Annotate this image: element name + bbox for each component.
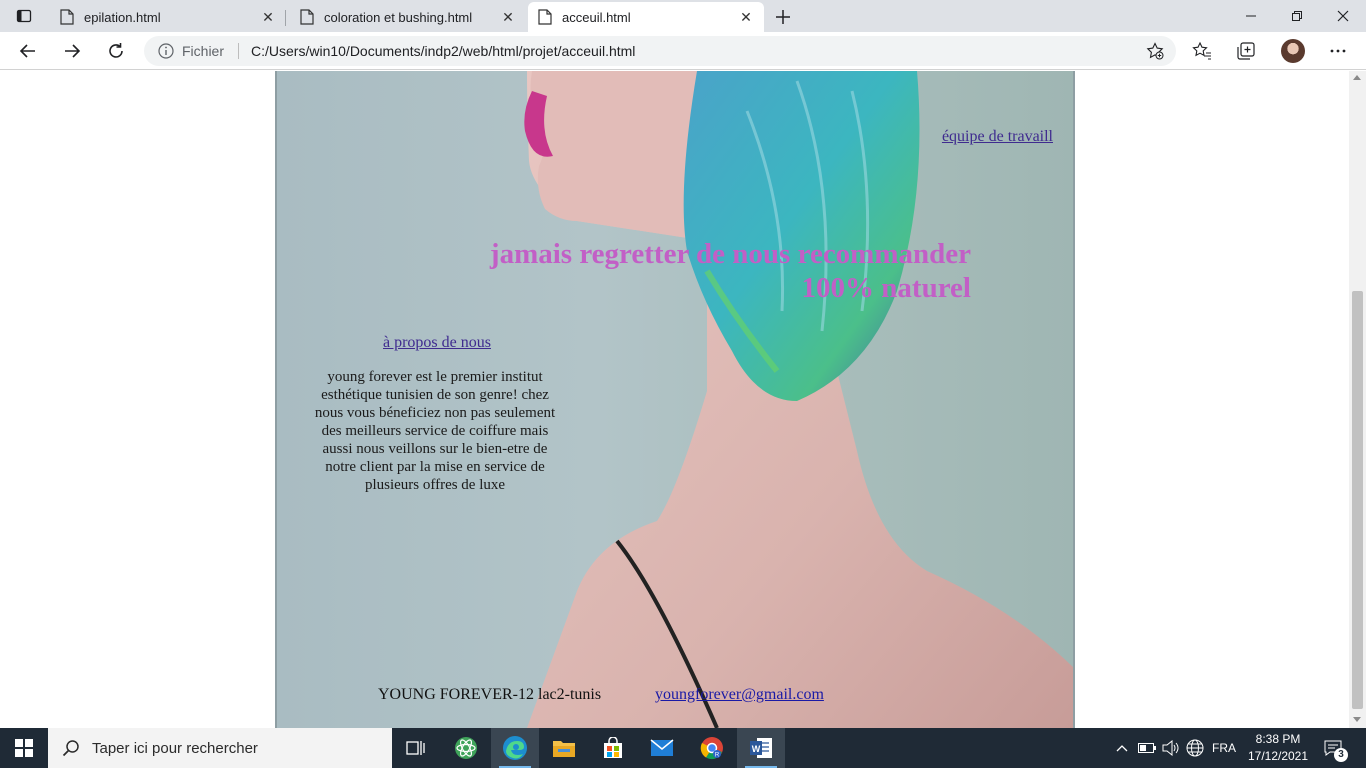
battery-icon bbox=[1138, 743, 1156, 753]
about-paragraph: young forever est le premier institut es… bbox=[314, 369, 556, 493]
arrow-right-icon bbox=[65, 44, 81, 58]
close-icon[interactable]: ✕ bbox=[500, 9, 516, 25]
globe-icon bbox=[1186, 739, 1204, 757]
taskbar-app-atom[interactable] bbox=[442, 728, 490, 768]
page-viewport: équipe de travaill jamais regretter de n… bbox=[0, 71, 1349, 728]
mail-icon bbox=[650, 739, 674, 756]
collections-button[interactable] bbox=[1235, 40, 1257, 62]
profile-avatar[interactable] bbox=[1281, 39, 1305, 63]
tab-acceuil[interactable]: acceuil.html ✕ bbox=[528, 2, 764, 32]
slogan-line-2: 100% naturel bbox=[801, 272, 971, 304]
tab-epilation[interactable]: epilation.html ✕ bbox=[50, 2, 286, 32]
battery-tray[interactable] bbox=[1136, 728, 1158, 768]
volume-icon bbox=[1162, 740, 1179, 756]
taskbar-app-store[interactable] bbox=[589, 728, 637, 768]
edge-icon bbox=[503, 736, 527, 760]
minimize-icon bbox=[1246, 15, 1256, 17]
new-tab-button[interactable] bbox=[770, 4, 796, 30]
document-icon bbox=[300, 9, 314, 25]
taskbar-app-word[interactable]: W bbox=[737, 728, 785, 768]
settings-more-button[interactable] bbox=[1327, 40, 1349, 62]
refresh-button[interactable] bbox=[101, 36, 131, 66]
scheme-label: Fichier bbox=[182, 43, 225, 59]
notification-count-badge: 3 bbox=[1334, 748, 1348, 762]
favorites-icon bbox=[1192, 41, 1211, 60]
taskbar-app-chrome[interactable]: R bbox=[688, 728, 736, 768]
svg-text:W: W bbox=[752, 744, 761, 754]
chrome-icon: R bbox=[700, 737, 723, 760]
task-view-button[interactable] bbox=[392, 728, 440, 768]
slogan: jamais regretter de nous recommander 100… bbox=[490, 237, 971, 305]
add-favorite-icon[interactable] bbox=[1146, 42, 1164, 60]
back-button[interactable] bbox=[13, 36, 43, 66]
tab-coloration[interactable]: coloration et bushing.html ✕ bbox=[290, 2, 526, 32]
slogan-line-1: jamais regretter de nous recommander bbox=[489, 238, 971, 270]
footer-address: YOUNG FOREVER-12 lac2-tunis bbox=[378, 686, 602, 703]
team-link[interactable]: équipe de travaill bbox=[942, 128, 1053, 146]
close-icon[interactable]: ✕ bbox=[260, 9, 276, 25]
taskbar-app-edge[interactable] bbox=[491, 728, 539, 768]
clock-date: 17/12/2021 bbox=[1247, 749, 1309, 763]
taskbar-search[interactable]: Taper ici pour rechercher bbox=[48, 728, 392, 768]
url-text[interactable]: C:/Users/win10/Documents/indp2/web/html/… bbox=[251, 43, 635, 59]
close-icon[interactable]: ✕ bbox=[738, 9, 754, 25]
atom-app-icon bbox=[455, 737, 477, 759]
start-button[interactable] bbox=[0, 728, 48, 768]
forward-button[interactable] bbox=[57, 36, 87, 66]
tab-actions-icon[interactable] bbox=[0, 0, 48, 32]
network-tray[interactable] bbox=[1184, 728, 1206, 768]
taskbar-app-explorer[interactable] bbox=[540, 728, 588, 768]
collections-icon bbox=[1237, 42, 1255, 60]
chevron-up-icon bbox=[1116, 745, 1128, 752]
clock-time: 8:38 PM bbox=[1255, 732, 1301, 746]
system-clock[interactable]: 8:38 PM 17/12/2021 bbox=[1242, 731, 1314, 765]
info-icon[interactable] bbox=[158, 43, 174, 59]
close-window-button[interactable] bbox=[1320, 0, 1366, 32]
store-icon bbox=[604, 737, 622, 758]
favorites-button[interactable] bbox=[1191, 40, 1213, 62]
task-view-icon bbox=[406, 741, 425, 755]
restore-icon bbox=[1292, 11, 1302, 21]
tab-title: epilation.html bbox=[84, 9, 161, 25]
windows-taskbar: Taper ici pour rechercher R W FRA 8:38 P… bbox=[0, 728, 1366, 768]
scrollbar-thumb[interactable] bbox=[1352, 291, 1363, 709]
word-icon: W bbox=[750, 738, 772, 758]
document-icon bbox=[538, 9, 552, 25]
more-icon bbox=[1330, 49, 1346, 53]
vertical-scrollbar[interactable] bbox=[1349, 71, 1366, 728]
arrow-left-icon bbox=[19, 44, 35, 58]
about-link[interactable]: à propos de nous bbox=[383, 334, 491, 352]
language-indicator[interactable]: FRA bbox=[1208, 728, 1240, 768]
browser-toolbar: Fichier C:/Users/win10/Documents/indp2/w… bbox=[0, 32, 1366, 70]
tab-title: acceuil.html bbox=[562, 9, 631, 25]
volume-tray[interactable] bbox=[1160, 728, 1182, 768]
tab-strip: epilation.html ✕ coloration et bushing.h… bbox=[0, 0, 1366, 32]
scroll-up-icon[interactable] bbox=[1353, 75, 1361, 80]
taskbar-app-mail[interactable] bbox=[638, 728, 686, 768]
show-hidden-icons[interactable] bbox=[1112, 728, 1132, 768]
folder-icon bbox=[553, 741, 575, 757]
restore-button[interactable] bbox=[1274, 0, 1320, 32]
document-icon bbox=[60, 9, 74, 25]
plus-icon bbox=[776, 10, 790, 24]
windows-icon bbox=[15, 739, 33, 757]
tab-title: coloration et bushing.html bbox=[324, 9, 473, 25]
hero-background-image: équipe de travaill jamais regretter de n… bbox=[275, 71, 1075, 728]
footer-email-link[interactable]: youngforever@gmail.com bbox=[655, 686, 824, 704]
close-icon bbox=[1337, 10, 1349, 22]
scroll-down-icon[interactable] bbox=[1353, 717, 1361, 722]
refresh-icon bbox=[109, 43, 123, 58]
minimize-button[interactable] bbox=[1228, 0, 1274, 32]
search-icon bbox=[62, 740, 79, 757]
search-placeholder: Taper ici pour rechercher bbox=[92, 739, 258, 757]
address-bar[interactable]: Fichier C:/Users/win10/Documents/indp2/w… bbox=[144, 36, 1176, 66]
svg-text:R: R bbox=[715, 753, 720, 759]
